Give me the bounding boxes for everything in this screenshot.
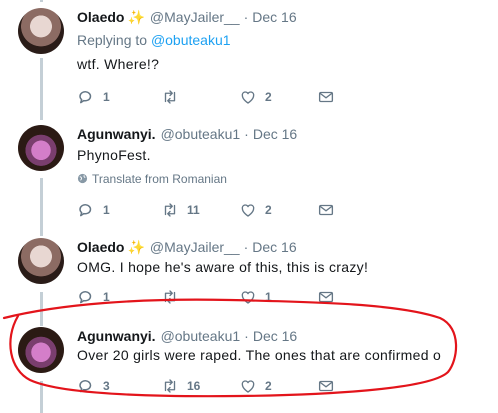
replying-to: Replying to @obuteaku1 [77,32,231,48]
dm-icon [318,291,334,303]
tweet-date[interactable]: Dec 16 [252,239,296,255]
globe-icon [77,173,88,184]
avatar[interactable] [18,327,64,373]
tweet-header: Olaedo ✨ @MayJailer__ · Dec 16 [77,238,297,256]
like-button[interactable]: 2 [239,88,272,106]
tweet-text: wtf. Where!? [77,56,160,72]
like-count: 2 [265,90,272,104]
avatar[interactable] [18,125,64,171]
display-name[interactable]: Olaedo [77,9,124,25]
retweet-icon [164,203,176,217]
display-name[interactable]: Agunwanyi. [77,328,156,344]
tweet-text: OMG. I hope he's aware of this, this is … [77,259,369,275]
reply-button[interactable]: 1 [77,88,110,106]
like-button[interactable]: 2 [239,377,272,395]
dm-button[interactable] [317,88,343,106]
reply-count: 1 [103,290,110,304]
user-handle[interactable]: @obuteaku1 [161,328,241,344]
retweet-button[interactable] [161,288,187,306]
retweet-icon [164,379,176,393]
tweet-text: Over 20 girls were raped. The ones that … [77,347,442,363]
like-icon [241,291,255,304]
retweet-count: 16 [187,379,201,393]
tweet[interactable]: Olaedo ✨ @MayJailer__ · Dec 16 OMG. I hope h… [0,238,498,308]
replying-to-label: Replying to [77,32,148,48]
like-icon [241,91,255,104]
dm-icon [318,204,334,216]
display-name[interactable]: Olaedo [77,239,124,255]
reply-button[interactable]: 1 [77,288,110,306]
tweet-header: Agunwanyi. @obuteaku1 · Dec 16 [77,327,297,345]
retweet-icon [164,90,176,104]
retweet-button[interactable]: 16 [161,377,200,395]
reply-icon [79,204,92,217]
tweet-header: Olaedo ✨ @MayJailer__ · Dec 16 [77,8,297,26]
retweet-count: 11 [187,203,200,217]
retweet-button[interactable] [161,88,187,106]
user-handle[interactable]: @obuteaku1 [161,126,241,142]
like-count: 1 [265,290,272,304]
user-handle[interactable]: @MayJailer__ [150,239,240,255]
separator-dot: · [243,239,249,255]
reply-count: 1 [103,203,110,217]
like-count: 2 [265,203,272,217]
replying-to-handle[interactable]: @obuteaku1 [151,32,231,48]
reply-button[interactable]: 1 [77,201,110,219]
separator-dot: · [244,126,249,142]
like-icon [241,380,255,393]
dm-button[interactable] [317,288,343,306]
reply-button[interactable]: 3 [77,377,110,395]
separator-dot: · [243,9,249,25]
retweet-icon [164,290,176,304]
tweet[interactable]: Olaedo ✨ @MayJailer__ · Dec 16 Replying to @… [0,8,498,110]
tweet-date[interactable]: Dec 16 [253,328,297,344]
sparkle-icon: ✨ [127,9,145,25]
like-icon [241,204,255,217]
user-handle[interactable]: @MayJailer__ [150,9,240,25]
tweet-date[interactable]: Dec 16 [253,126,297,142]
sparkle-icon: ✨ [127,239,145,255]
tweet-date[interactable]: Dec 16 [252,9,296,25]
like-button[interactable]: 2 [239,201,272,219]
translate-link[interactable]: Translate from Romanian [77,172,227,186]
reply-icon [79,291,92,304]
tweet[interactable]: Agunwanyi. @obuteaku1 · Dec 16 Over 20 girl… [0,327,498,397]
avatar[interactable] [18,238,64,284]
tweet-text: PhynoFest. [77,147,151,163]
like-count: 2 [265,379,272,393]
dm-icon [318,91,334,103]
separator-dot: · [244,328,249,344]
translate-label[interactable]: Translate from Romanian [92,172,227,186]
avatar[interactable] [18,8,64,54]
reply-icon [79,91,92,104]
dm-button[interactable] [317,377,343,395]
display-name[interactable]: Agunwanyi. [77,126,156,142]
dm-icon [318,380,334,392]
reply-icon [79,380,92,393]
tweet[interactable]: Agunwanyi. @obuteaku1 · Dec 16 PhynoFest. T… [0,125,498,225]
retweet-button[interactable]: 11 [161,201,200,219]
dm-button[interactable] [317,201,343,219]
like-button[interactable]: 1 [239,288,272,306]
tweet-header: Agunwanyi. @obuteaku1 · Dec 16 [77,125,297,143]
reply-count: 3 [103,379,110,393]
reply-count: 1 [103,90,110,104]
thread-line [40,0,43,2]
